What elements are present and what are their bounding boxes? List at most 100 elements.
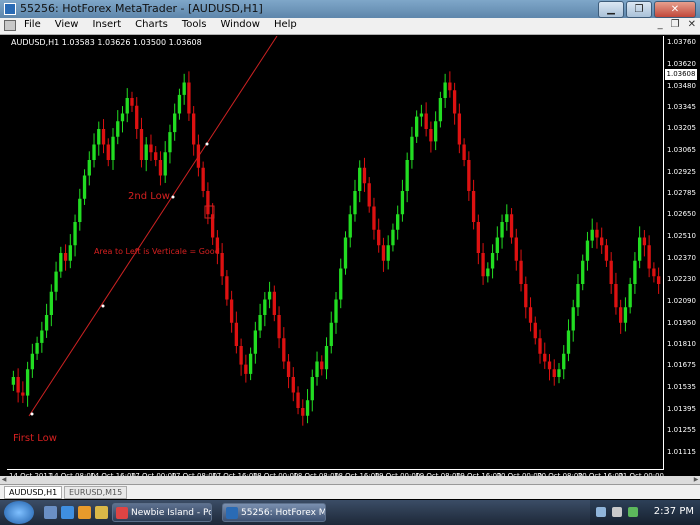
task-label: Newbie Island - Pos... (131, 508, 211, 518)
price-tick-label: 1.02510 (667, 231, 696, 240)
price-tick-label: 1.02230 (667, 275, 696, 284)
candle (476, 214, 480, 265)
maximize-button[interactable]: ❐ (626, 1, 652, 18)
candle (16, 368, 20, 403)
candle (647, 235, 651, 278)
chart-window[interactable]: AUDUSD,H1 1.03583 1.03626 1.03500 1.0360… (7, 36, 697, 480)
menu-insert[interactable]: Insert (92, 19, 121, 30)
second-low-annotation[interactable]: 2nd Low (128, 191, 170, 202)
system-tray: 2:37 PM (590, 500, 700, 525)
price-tick-label: 1.01255 (667, 426, 696, 435)
mdi-restore-button[interactable]: ❐ (671, 19, 680, 30)
candle (92, 133, 96, 168)
window-title: 55256: HotForex MetaTrader - [AUDUSD,H1] (20, 2, 263, 15)
price-tick-label: 1.02785 (667, 189, 696, 198)
candle (348, 205, 352, 248)
candle (21, 381, 25, 404)
candle (377, 218, 381, 253)
internet-explorer-icon[interactable] (61, 506, 74, 519)
candle (367, 177, 371, 213)
menu-file[interactable]: File (24, 19, 41, 30)
candle (225, 270, 229, 306)
candle (462, 138, 466, 167)
scroll-left-arrow[interactable]: ◀ (0, 476, 8, 484)
first-low-annotation[interactable]: First Low (13, 433, 57, 444)
candle (73, 214, 77, 257)
price-tick-label: 1.01115 (667, 448, 696, 457)
candle (82, 169, 87, 205)
candle (372, 197, 376, 240)
metatrader-icon (226, 507, 238, 519)
candle (576, 274, 580, 316)
candle (358, 160, 362, 203)
menu-window[interactable]: Window (221, 19, 260, 30)
chart-scrollbar[interactable]: ◀ ▶ (0, 476, 700, 484)
candle (248, 347, 253, 381)
mdi-minimize-button[interactable]: _ (658, 19, 663, 30)
trend-line-anchor[interactable] (30, 412, 34, 416)
candle (590, 218, 594, 249)
candle (543, 342, 547, 369)
candle (68, 234, 72, 269)
candle (315, 351, 319, 386)
start-button[interactable] (4, 501, 34, 524)
current-price-label: 1.03608 (665, 69, 697, 80)
candle (116, 110, 120, 145)
area-note-annotation[interactable]: Area to Left is Verticale = Good (94, 247, 220, 256)
candle (320, 355, 324, 376)
task-metatrader[interactable]: 55256: HotForex Me... (222, 503, 326, 522)
candle (419, 104, 424, 127)
menu-charts[interactable]: Charts (135, 19, 168, 30)
price-tick-label: 1.03205 (667, 124, 696, 133)
candle (267, 281, 272, 309)
candle (40, 321, 44, 353)
mdi-close-button[interactable]: ✕ (688, 19, 696, 30)
candle (486, 262, 490, 283)
candle (163, 141, 167, 183)
trend-line-anchor[interactable] (205, 142, 209, 146)
candle (519, 249, 523, 292)
candle (329, 311, 333, 354)
trend-line-anchor[interactable] (101, 304, 105, 308)
candle (495, 226, 499, 261)
tab-audusd-h1[interactable]: AUDUSD,H1 (4, 486, 63, 499)
candle (54, 261, 58, 301)
candle (405, 152, 409, 203)
close-button[interactable]: ✕ (654, 1, 696, 18)
candle (614, 272, 618, 315)
candle (467, 151, 471, 201)
candle (296, 386, 300, 415)
candle (628, 277, 632, 314)
candle (581, 254, 585, 291)
candle (258, 303, 262, 338)
chart-document-icon[interactable] (4, 20, 16, 31)
price-tick-label: 1.01810 (667, 340, 696, 349)
symbol-ohlc-line: AUDUSD,H1 1.03583 1.03626 1.03500 1.0360… (11, 38, 202, 47)
title-bar: 55256: HotForex MetaTrader - [AUDUSD,H1]… (0, 0, 700, 18)
media-player-icon[interactable] (78, 506, 91, 519)
candle (277, 306, 281, 349)
trend-line-anchor[interactable] (171, 195, 175, 199)
volume-icon[interactable] (612, 507, 622, 517)
task-newbie-island[interactable]: Newbie Island - Pos... (112, 503, 212, 522)
network-icon[interactable] (596, 507, 606, 517)
scroll-right-arrow[interactable]: ▶ (692, 476, 700, 484)
candle (604, 239, 609, 267)
candle (566, 319, 571, 362)
minimize-button[interactable]: ▁ (598, 1, 624, 18)
candle (414, 110, 419, 143)
folder-icon[interactable] (95, 506, 108, 519)
menu-view[interactable]: View (55, 19, 79, 30)
menu-tools[interactable]: Tools (182, 19, 207, 30)
menu-help[interactable]: Help (274, 19, 297, 30)
antivirus-icon[interactable] (628, 507, 638, 517)
show-desktop-icon[interactable] (44, 506, 57, 519)
price-tick-label: 1.01535 (667, 383, 696, 392)
candle (396, 205, 400, 240)
tab-eurusd-m15[interactable]: EURUSD,M15 (64, 486, 128, 499)
candle (78, 188, 82, 231)
clock[interactable]: 2:37 PM (654, 506, 694, 517)
metatrader-icon[interactable] (4, 3, 16, 15)
candle (139, 117, 144, 168)
candle (633, 252, 637, 294)
